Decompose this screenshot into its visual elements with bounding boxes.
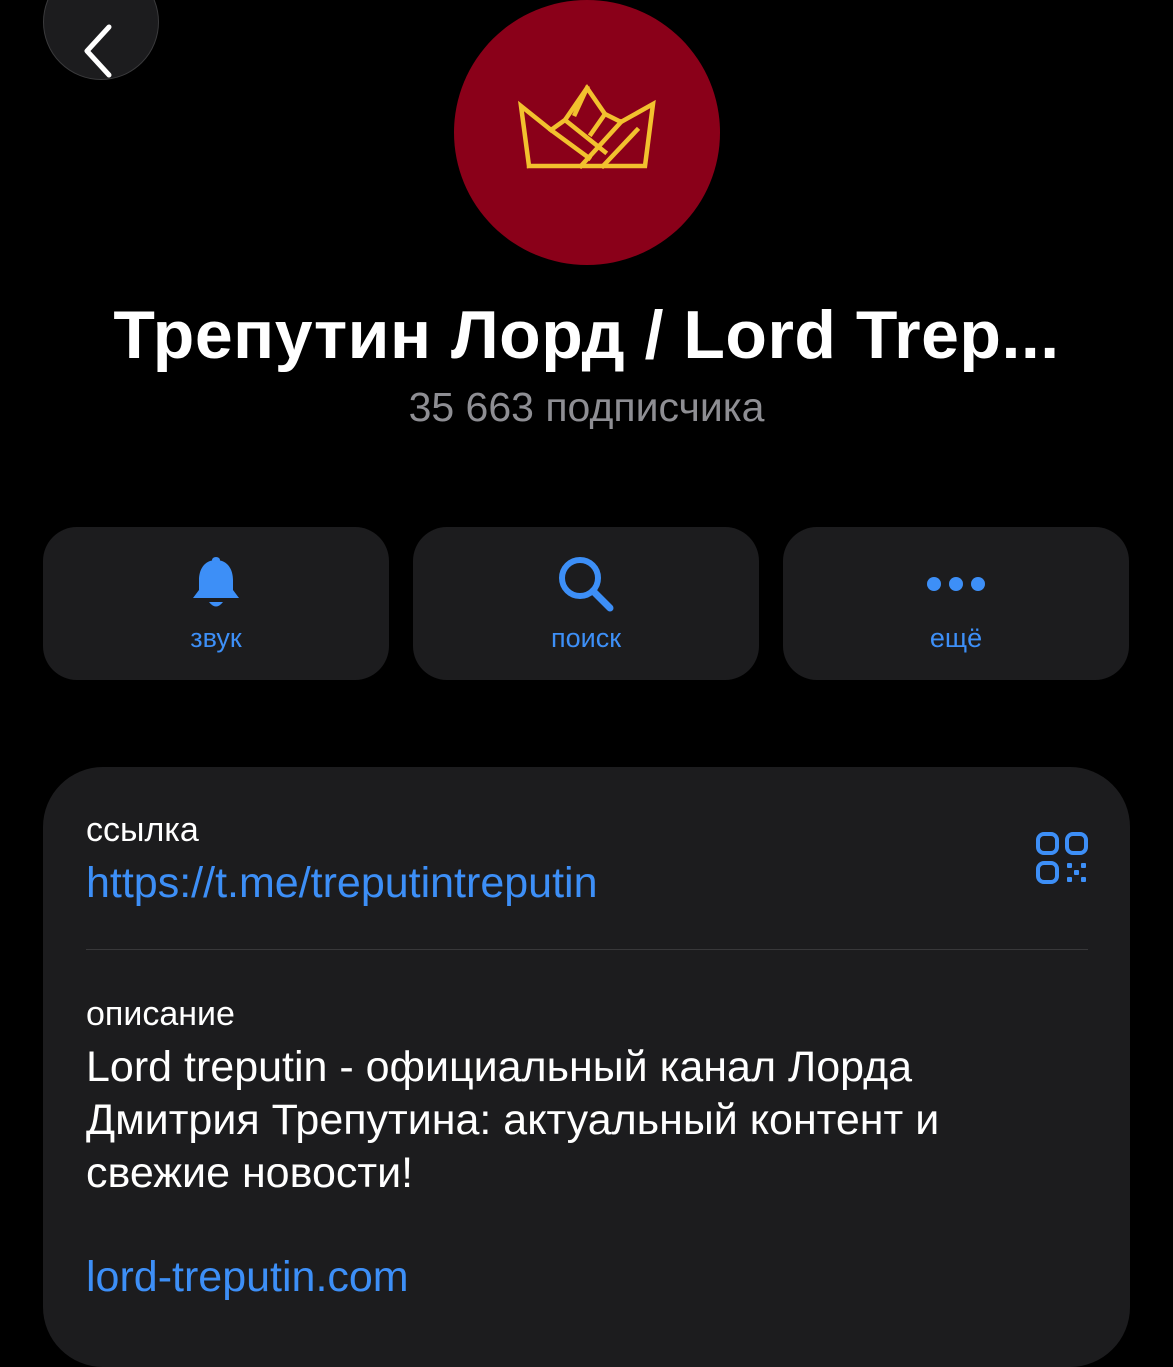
divider (86, 949, 1088, 950)
channel-description: Lord treputin - официальный канал Лорда … (86, 1043, 940, 1197)
more-dots-icon (927, 577, 985, 591)
qr-code-button[interactable] (1035, 831, 1089, 890)
more-button-label: ещё (929, 623, 983, 653)
sound-button[interactable]: звук (43, 527, 389, 680)
qr-code-icon (1036, 832, 1088, 884)
subscriber-count: 35 663 подписчика (408, 384, 765, 430)
description-label: описание (86, 995, 235, 1033)
search-icon (559, 557, 614, 612)
search-button-label: поиск (550, 623, 622, 653)
more-button[interactable]: ещё (783, 527, 1129, 680)
link-label: ссылка (86, 811, 199, 849)
channel-title: Трепутин Лорд / Lord Trep... (113, 297, 1060, 373)
crown-icon (518, 83, 656, 169)
back-button[interactable] (43, 0, 159, 80)
search-button[interactable]: поиск (413, 527, 759, 680)
sound-button-label: звук (190, 623, 242, 653)
channel-info-card: ссылка https://t.me/treputintreputin опи… (43, 767, 1130, 1367)
website-link[interactable]: lord-treputin.com (86, 1253, 409, 1302)
bell-icon (193, 557, 239, 607)
chevron-left-icon (84, 24, 112, 78)
channel-avatar[interactable] (454, 0, 720, 265)
channel-link[interactable]: https://t.me/treputintreputin (86, 859, 598, 908)
